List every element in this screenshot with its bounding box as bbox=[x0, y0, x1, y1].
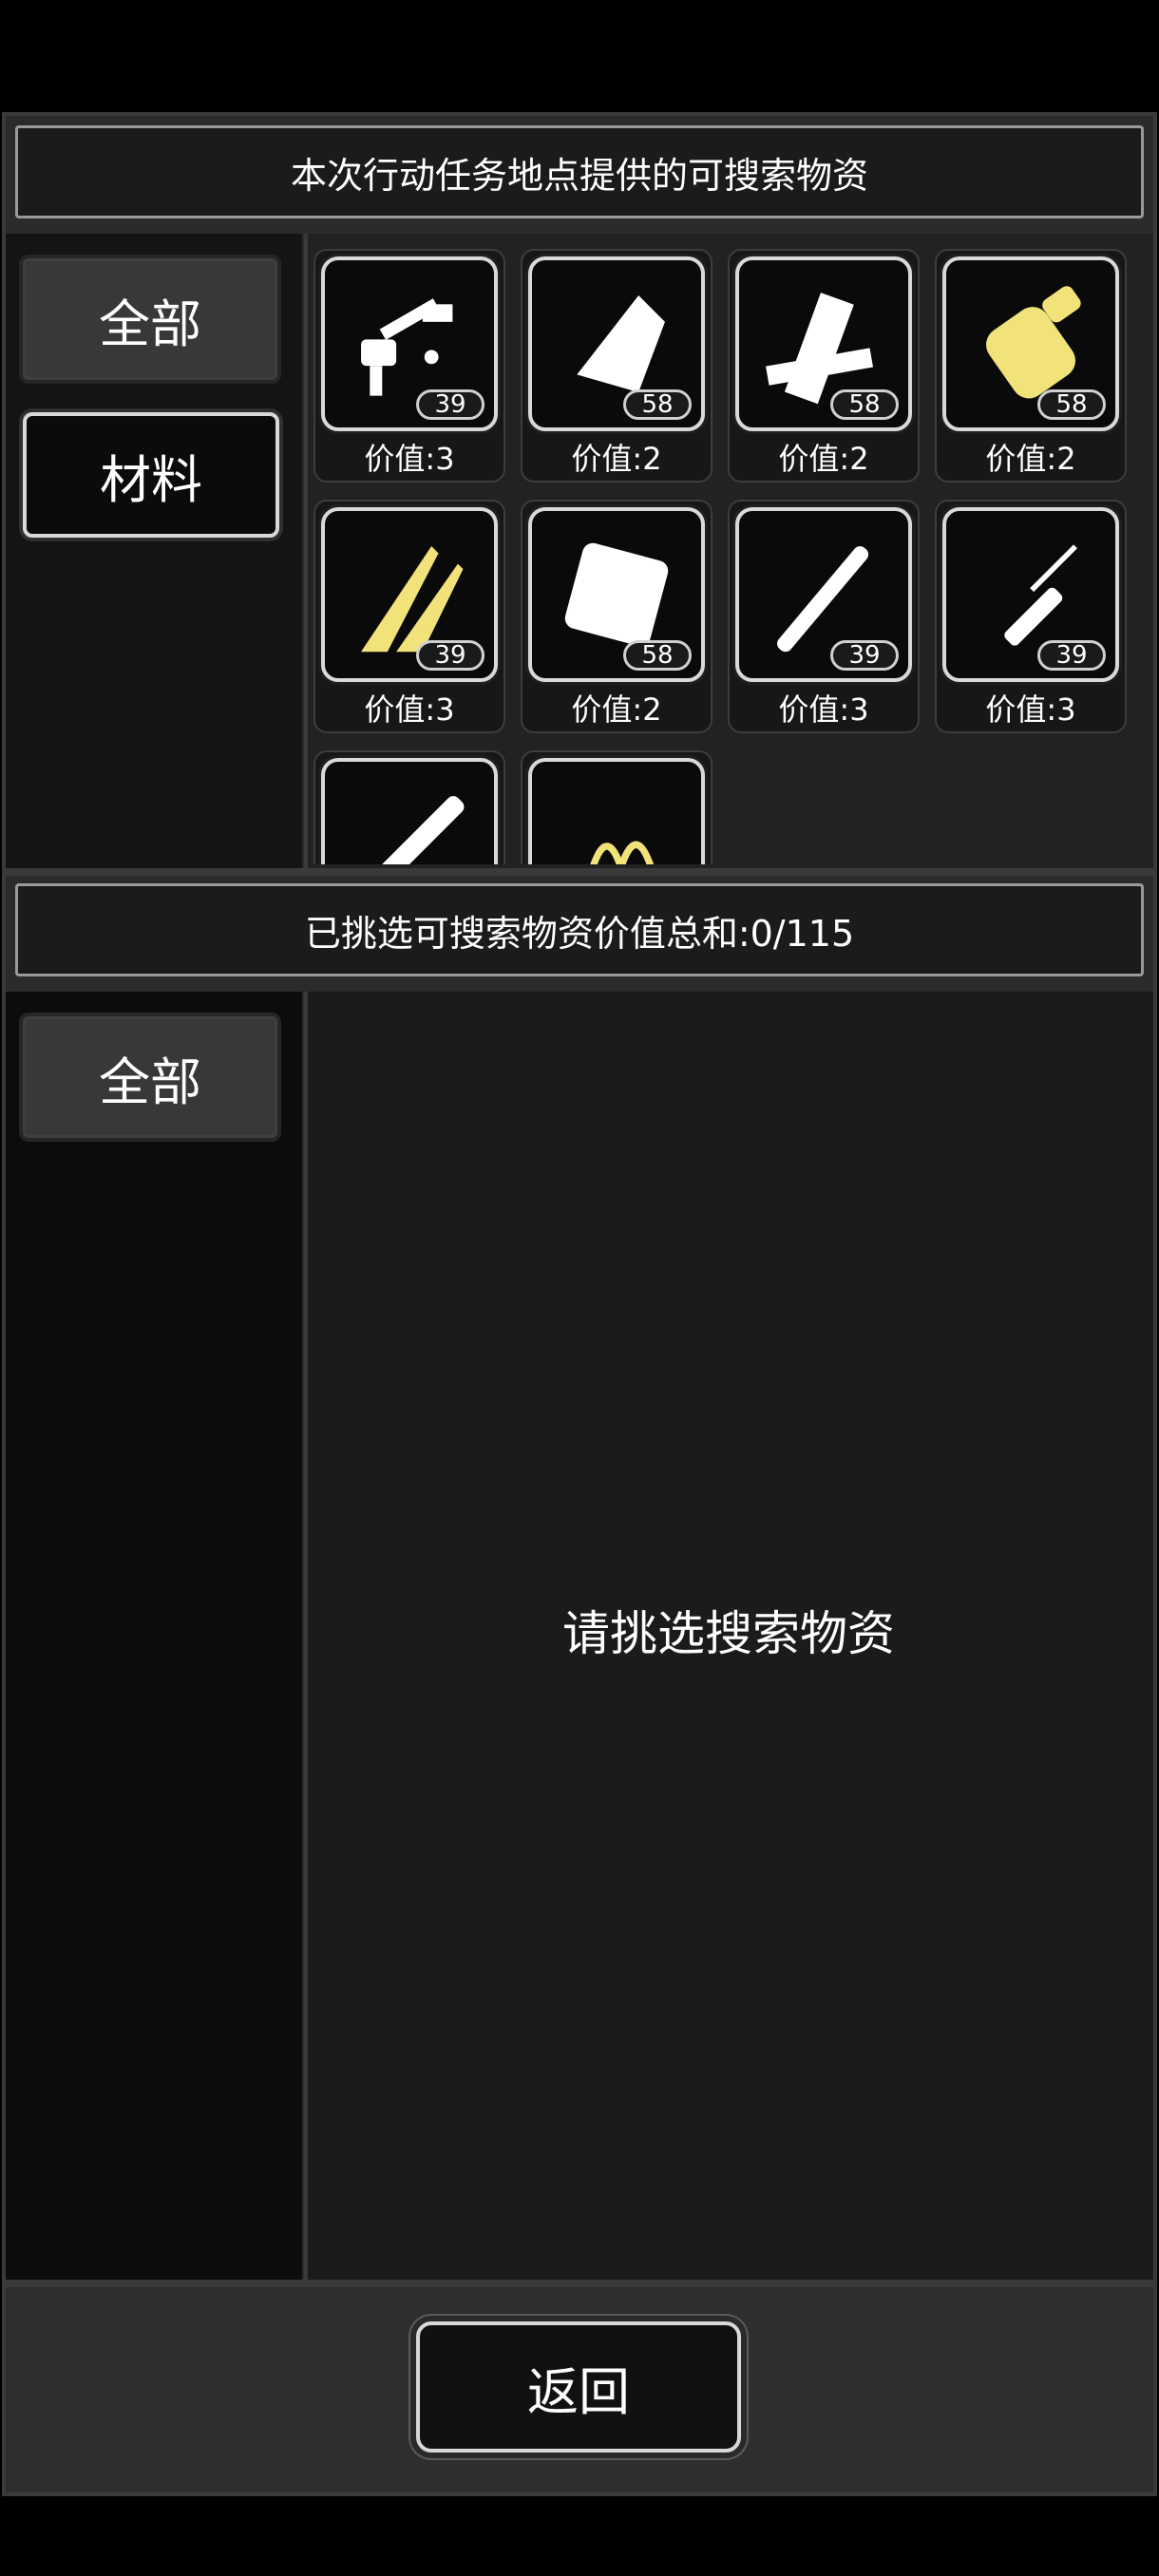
item-tile[interactable]: 58 价值:2 bbox=[521, 500, 712, 733]
item-tile[interactable]: 39 价值:3 bbox=[314, 249, 505, 483]
item-slot[interactable]: 39 bbox=[942, 507, 1119, 682]
empty-selection-message: 请挑选搜索物资 bbox=[562, 1606, 895, 1661]
item-value-label: 价值:2 bbox=[571, 441, 662, 477]
item-tile[interactable] bbox=[521, 750, 712, 864]
item-count-badge: 39 bbox=[416, 640, 484, 671]
item-tile[interactable] bbox=[314, 750, 505, 864]
available-items-title: 本次行动任务地点提供的可搜索物资 bbox=[15, 125, 1144, 218]
item-tile[interactable]: 58 价值:2 bbox=[728, 249, 920, 483]
item-slot[interactable]: 39 bbox=[321, 256, 498, 431]
item-value-label: 价值:3 bbox=[985, 691, 1076, 728]
item-tile[interactable]: 58 价值:2 bbox=[521, 249, 712, 483]
item-slot[interactable] bbox=[528, 758, 705, 864]
pen-icon bbox=[356, 796, 465, 864]
item-count-badge: 39 bbox=[1037, 640, 1106, 671]
item-tile[interactable]: 39 价值:3 bbox=[935, 500, 1127, 733]
item-value-label: 价值:2 bbox=[985, 441, 1076, 477]
tab-all-top[interactable]: 全部 bbox=[19, 255, 281, 384]
bottom-tab-column bbox=[6, 992, 302, 2280]
item-slot[interactable]: 58 bbox=[942, 256, 1119, 431]
item-slot[interactable] bbox=[321, 758, 498, 864]
item-count-badge: 58 bbox=[830, 389, 899, 420]
item-count-badge: 58 bbox=[1037, 389, 1106, 420]
item-slot[interactable]: 39 bbox=[321, 507, 498, 682]
item-value-label: 价值:2 bbox=[778, 441, 869, 477]
item-count-badge: 39 bbox=[830, 640, 899, 671]
item-value-label: 价值:3 bbox=[364, 691, 455, 728]
item-value-label: 价值:2 bbox=[571, 691, 662, 728]
item-count-badge: 58 bbox=[623, 389, 692, 420]
item-value-label: 价值:3 bbox=[778, 691, 869, 728]
item-tile[interactable]: 39 价值:3 bbox=[314, 500, 505, 733]
item-slot[interactable]: 58 bbox=[528, 256, 705, 431]
item-tile[interactable]: 39 价值:3 bbox=[728, 500, 920, 733]
item-count-badge: 39 bbox=[416, 389, 484, 420]
tab-materials[interactable]: 材料 bbox=[23, 412, 279, 538]
item-tile[interactable]: 58 价值:2 bbox=[935, 249, 1127, 483]
item-slot[interactable]: 58 bbox=[528, 507, 705, 682]
back-button[interactable]: 返回 bbox=[416, 2321, 741, 2453]
item-grid: 39 价值:3 58 价值:2 58 价值:2 58 价值:2 39 价值:3 58 价值:2 39 价值… bbox=[314, 249, 1150, 864]
item-slot[interactable]: 58 bbox=[735, 256, 912, 431]
item-count-badge: 58 bbox=[623, 640, 692, 671]
item-value-label: 价值:3 bbox=[364, 441, 455, 477]
wire-icon bbox=[590, 841, 655, 864]
item-slot[interactable]: 39 bbox=[735, 507, 912, 682]
tab-all-bottom[interactable]: 全部 bbox=[19, 1013, 281, 1142]
selected-total-title: 已挑选可搜索物资价值总和:0/115 bbox=[15, 883, 1144, 976]
